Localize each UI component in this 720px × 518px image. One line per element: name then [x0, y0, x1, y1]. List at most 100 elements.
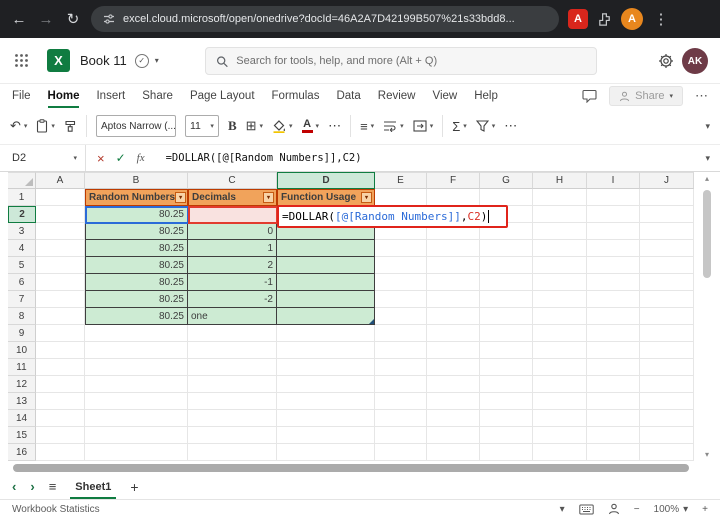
grid-cell-C4[interactable]: 1: [188, 240, 277, 257]
user-avatar[interactable]: AK: [682, 48, 708, 74]
grid-cell-B5[interactable]: 80.25: [85, 257, 188, 274]
grid-cell-G9[interactable]: [480, 325, 533, 342]
row-header-1[interactable]: 1: [8, 189, 36, 206]
row-header-10[interactable]: 10: [8, 342, 36, 359]
grid-cell-G7[interactable]: [480, 291, 533, 308]
grid-cell-B3[interactable]: 80.25: [85, 223, 188, 240]
scroll-up-icon[interactable]: ▴: [705, 174, 709, 183]
grid-cell-A1[interactable]: [36, 189, 85, 206]
keyboard-icon[interactable]: [579, 504, 594, 515]
grid-cell-J12[interactable]: [640, 376, 694, 393]
filter-button[interactable]: ▾: [361, 192, 372, 203]
fill-color-button[interactable]: ▾: [272, 119, 293, 133]
grid-cell-J7[interactable]: [640, 291, 694, 308]
grid-cell-H15[interactable]: [533, 427, 587, 444]
grid-cell-F14[interactable]: [427, 410, 480, 427]
grid-cell-A10[interactable]: [36, 342, 85, 359]
grid-cell-B2[interactable]: 80.25: [85, 206, 188, 223]
grid-cell-D6[interactable]: [277, 274, 375, 291]
grid-cell-D4[interactable]: [277, 240, 375, 257]
grid-cell-G12[interactable]: [480, 376, 533, 393]
grid-cell-I11[interactable]: [587, 359, 640, 376]
select-all-corner[interactable]: [8, 172, 36, 189]
insert-function-icon[interactable]: fx: [137, 152, 145, 164]
grid-cell-A3[interactable]: [36, 223, 85, 240]
grid-cell-B7[interactable]: 80.25: [85, 291, 188, 308]
all-sheets-menu-icon[interactable]: ≡: [49, 479, 57, 494]
sheet-nav-next-icon[interactable]: ›: [30, 479, 34, 494]
grid-cell-B8[interactable]: 80.25: [85, 308, 188, 325]
grid-cell-A2[interactable]: [36, 206, 85, 223]
grid-cell-A9[interactable]: [36, 325, 85, 342]
grid-cell-C3[interactable]: 0: [188, 223, 277, 240]
browser-profile-avatar[interactable]: A: [621, 8, 643, 30]
row-header-2[interactable]: 2: [8, 206, 36, 223]
cancel-entry-icon[interactable]: ×: [97, 151, 105, 166]
row-header-3[interactable]: 3: [8, 223, 36, 240]
row-header-16[interactable]: 16: [8, 444, 36, 461]
grid-cell-J5[interactable]: [640, 257, 694, 274]
grid-cell-H7[interactable]: [533, 291, 587, 308]
grid-cell-E1[interactable]: [375, 189, 427, 206]
grid-cell-H9[interactable]: [533, 325, 587, 342]
grid-cell-C16[interactable]: [188, 444, 277, 461]
font-color-button[interactable]: A ▾: [301, 119, 319, 133]
grid-cell-J16[interactable]: [640, 444, 694, 461]
grid-cell-C7[interactable]: -2: [188, 291, 277, 308]
sort-filter-button[interactable]: ▾: [475, 120, 495, 132]
grid-cell-D7[interactable]: [277, 291, 375, 308]
grid-cell-I14[interactable]: [587, 410, 640, 427]
back-icon[interactable]: ←: [10, 11, 28, 28]
row-header-7[interactable]: 7: [8, 291, 36, 308]
grid-cell-G8[interactable]: [480, 308, 533, 325]
grid-cell-J3[interactable]: [640, 223, 694, 240]
grid-cell-G15[interactable]: [480, 427, 533, 444]
ribbon-tab-help[interactable]: Help: [474, 84, 498, 108]
grid-cell-F15[interactable]: [427, 427, 480, 444]
font-name-select[interactable]: Aptos Narrow (... ▾: [95, 115, 176, 137]
grid-cell-I3[interactable]: [587, 223, 640, 240]
workbook-statistics-label[interactable]: Workbook Statistics: [12, 504, 100, 515]
search-box[interactable]: [205, 47, 597, 75]
column-header-J[interactable]: J: [640, 172, 694, 189]
grid-cell-G10[interactable]: [480, 342, 533, 359]
toolbar-overflow-button[interactable]: ⋯: [504, 118, 517, 134]
grid-cell-I5[interactable]: [587, 257, 640, 274]
grid-cell-C14[interactable]: [188, 410, 277, 427]
ribbon-tab-page-layout[interactable]: Page Layout: [190, 84, 255, 108]
grid-cell-H10[interactable]: [533, 342, 587, 359]
grid-cell-C9[interactable]: [188, 325, 277, 342]
grid-cell-E13[interactable]: [375, 393, 427, 410]
grid-cell-B11[interactable]: [85, 359, 188, 376]
search-input[interactable]: [236, 55, 586, 67]
grid-cell-E7[interactable]: [375, 291, 427, 308]
extensions-icon[interactable]: [597, 12, 612, 27]
merge-cells-button[interactable]: ▾: [413, 120, 433, 132]
grid-cell-H3[interactable]: [533, 223, 587, 240]
grid-cell-A14[interactable]: [36, 410, 85, 427]
undo-button[interactable]: ↶ ▾: [10, 118, 27, 134]
grid-cell-G14[interactable]: [480, 410, 533, 427]
workbook-title[interactable]: Book 11: [80, 53, 127, 68]
vertical-scrollbar[interactable]: ▴ ▾: [701, 172, 713, 461]
grid-cell-I6[interactable]: [587, 274, 640, 291]
grid-cell-F1[interactable]: [427, 189, 480, 206]
grid-cell-H8[interactable]: [533, 308, 587, 325]
grid-cell-A13[interactable]: [36, 393, 85, 410]
borders-button[interactable]: ⊞ ▾: [246, 118, 263, 134]
address-bar[interactable]: excel.cloud.microsoft/open/onedrive?docI…: [91, 6, 559, 32]
column-header-H[interactable]: H: [533, 172, 587, 189]
grid-cell-G11[interactable]: [480, 359, 533, 376]
grid-cell-H1[interactable]: [533, 189, 587, 206]
grid-cell-J6[interactable]: [640, 274, 694, 291]
grid-cell-F10[interactable]: [427, 342, 480, 359]
table-header-cell-C1[interactable]: Decimals ▾: [188, 189, 277, 206]
grid-cell-B9[interactable]: [85, 325, 188, 342]
grid-cell-F8[interactable]: [427, 308, 480, 325]
table-header-cell-D1[interactable]: Function Usage ▾: [277, 189, 375, 206]
grid-cell-A12[interactable]: [36, 376, 85, 393]
workbook-menu-chevron-icon[interactable]: ▾: [155, 56, 159, 65]
horizontal-scrollbar[interactable]: [8, 461, 694, 474]
grid-cell-J8[interactable]: [640, 308, 694, 325]
grid-cell-C2[interactable]: [188, 206, 277, 223]
